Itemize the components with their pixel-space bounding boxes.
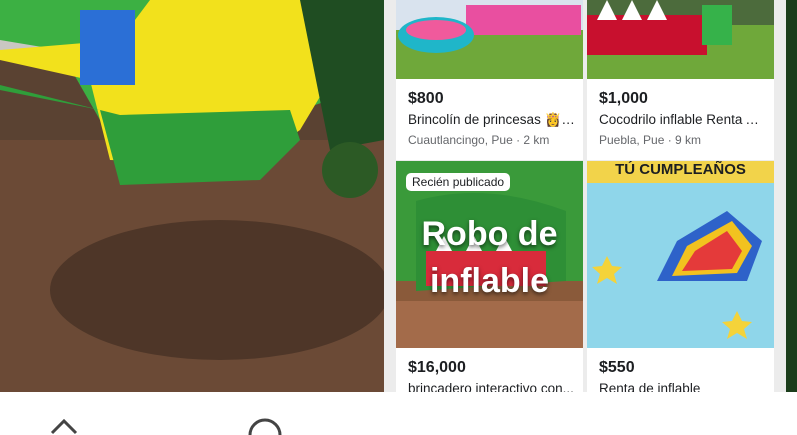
listing-price: $550 <box>599 359 635 376</box>
listing-photo <box>587 0 774 79</box>
listing-title: Brincolín de princesas 👸 ... <box>408 112 575 127</box>
listing-card[interactable]: $1,000 Cocodrilo inflable Renta Al... Pu… <box>587 0 774 160</box>
listing-photo <box>396 0 583 79</box>
listing-price: $800 <box>408 90 444 107</box>
listing-location: Cuautlancingo, Pue · 2 km <box>408 133 550 147</box>
image-caption: inflable <box>429 262 550 300</box>
listing-title: Cocodrilo inflable Renta Al... <box>599 112 766 127</box>
image-caption: Robo de <box>421 215 558 253</box>
listing-card[interactable]: TÚ CUMPLEAÑOS $550 Renta de inflable <box>587 161 774 392</box>
listing-price: $1,000 <box>599 90 648 107</box>
chevron-icon[interactable] <box>50 417 78 435</box>
recently-posted-badge: Recién publicado <box>406 173 511 191</box>
listing-card[interactable]: Recién publicado Robo de inflable $16,00… <box>396 161 583 392</box>
main-photo[interactable] <box>0 0 384 392</box>
listing-card[interactable]: $800 Brincolín de princesas 👸 ... Cuautl… <box>396 0 583 160</box>
listing-price: $16,000 <box>408 359 466 376</box>
image-heading: TÚ CUMPLEAÑOS <box>615 161 746 178</box>
circle-icon[interactable] <box>248 417 282 435</box>
next-photo-edge <box>786 0 797 392</box>
listing-title: brincadero interactivo con... <box>408 381 574 392</box>
bottom-bar <box>0 392 797 435</box>
listing-location: Puebla, Pue · 9 km <box>599 133 702 147</box>
listing-title: Renta de inflable <box>599 381 701 392</box>
listing-photo <box>587 161 774 348</box>
